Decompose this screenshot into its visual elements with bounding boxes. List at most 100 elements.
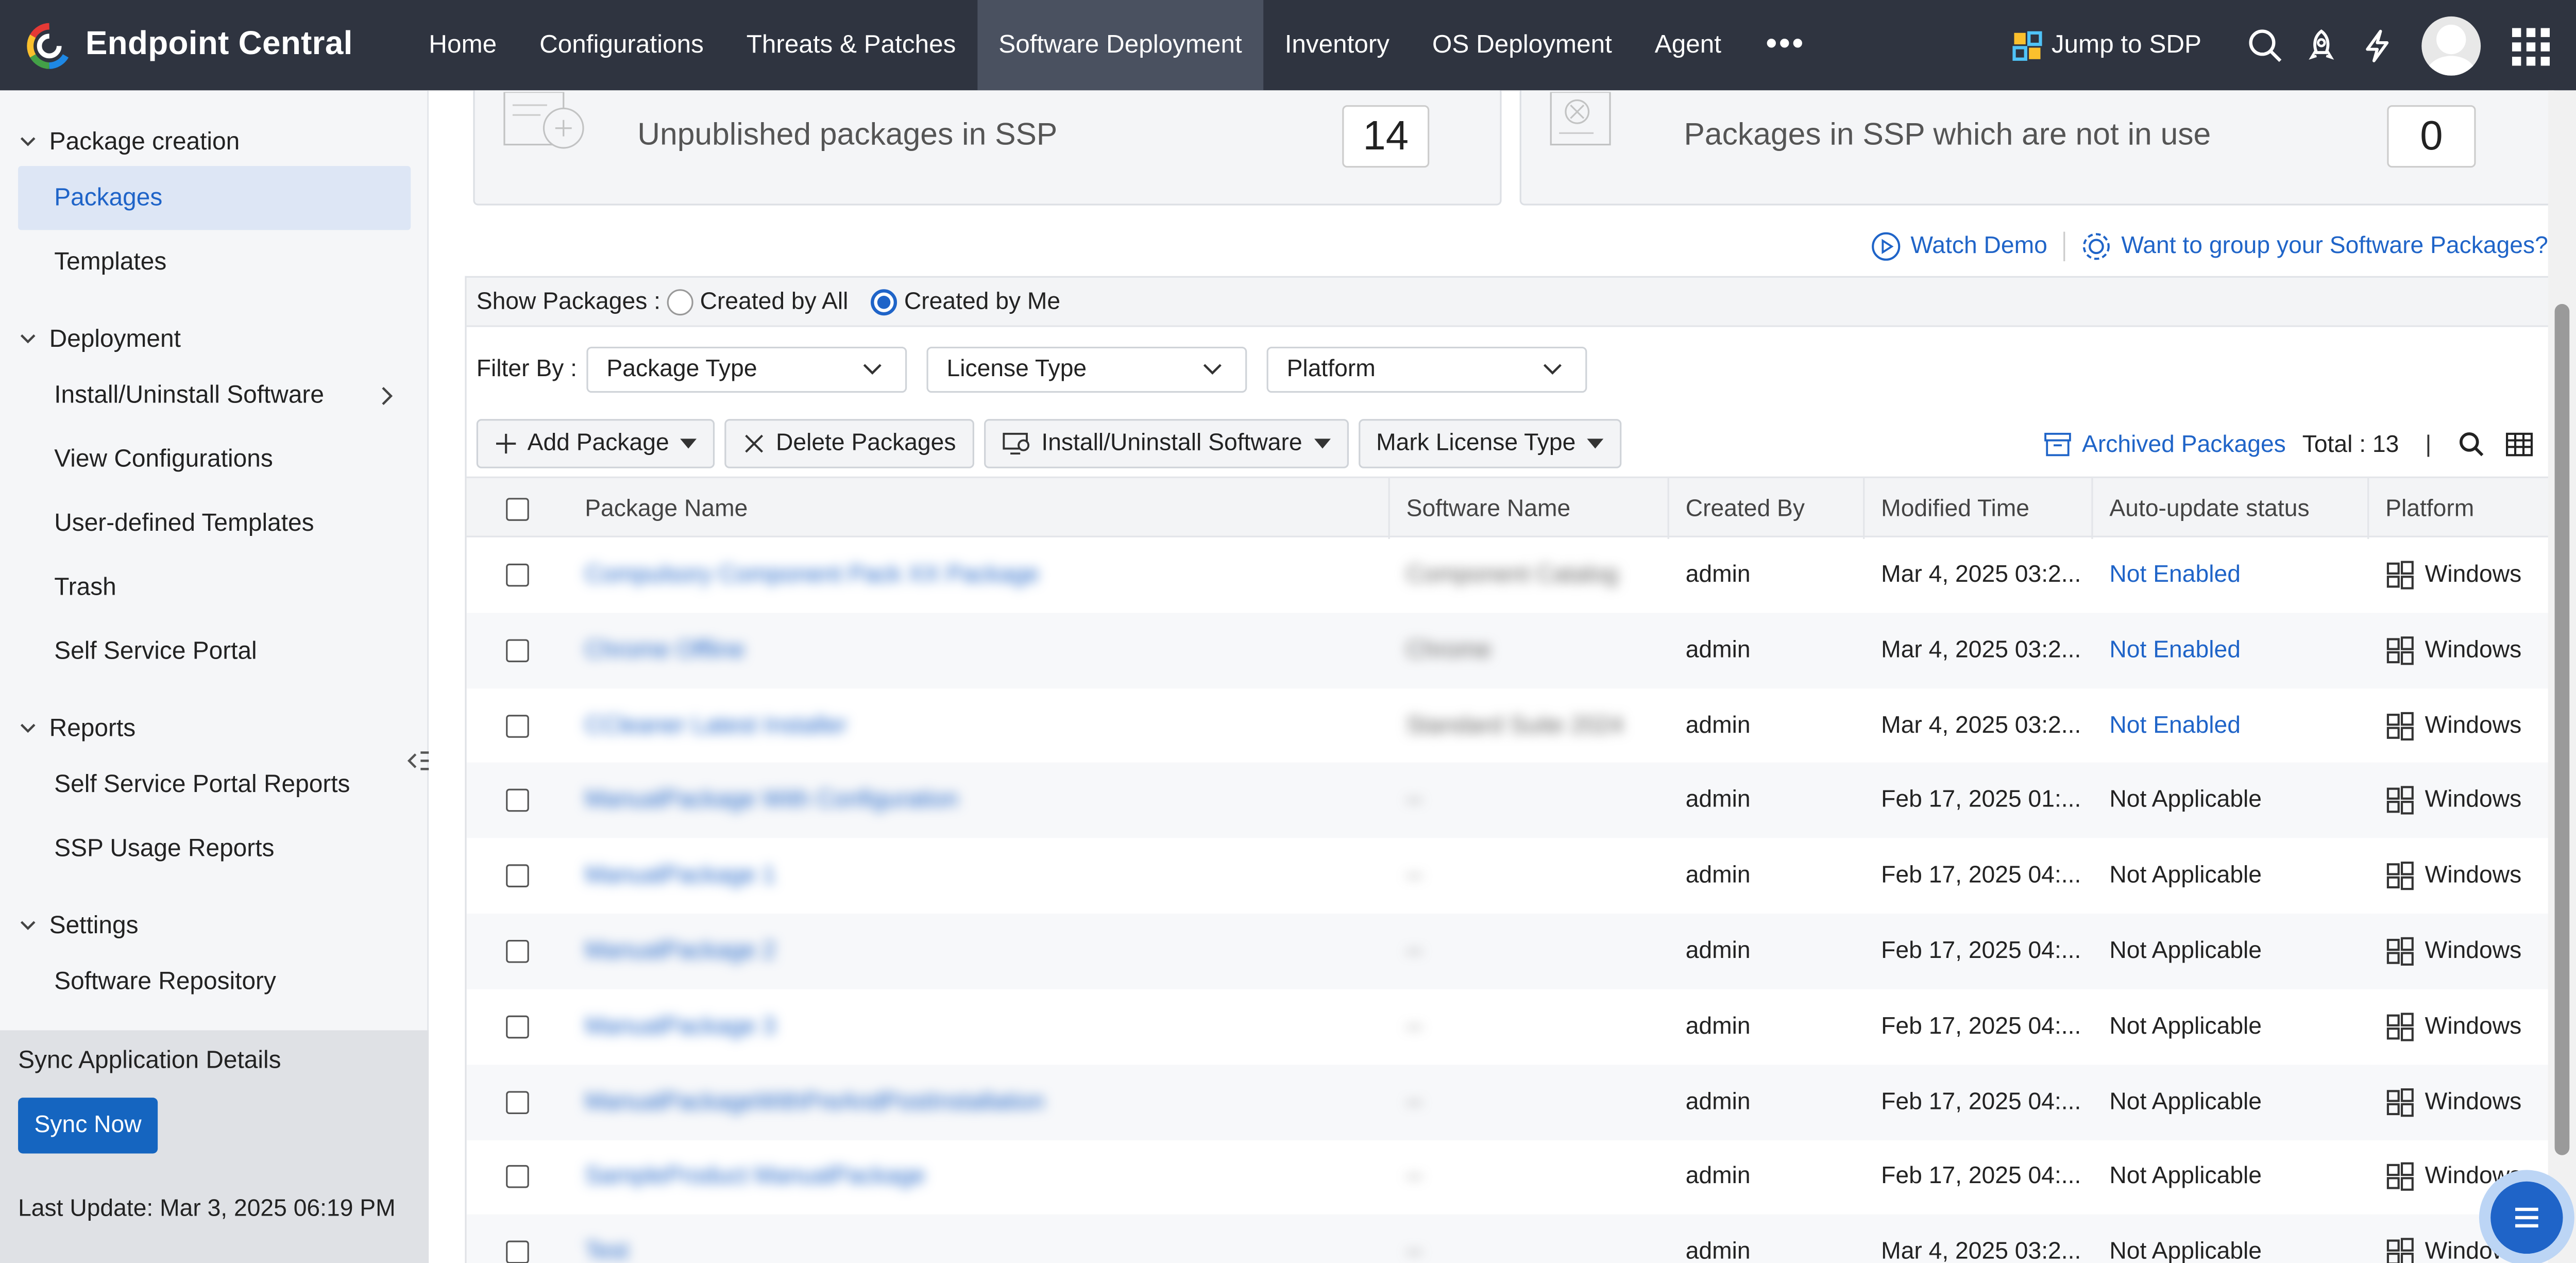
sidebar-item-label: Software Repository [54, 968, 276, 996]
sidebar-item-user-defined-templates[interactable]: User-defined Templates [0, 491, 412, 555]
table-row[interactable]: ManualPackage 2 -- admin Feb 17, 2025 04:..… [466, 913, 2576, 989]
sidebar-item-view-configurations[interactable]: View Configurations [0, 427, 412, 491]
close-icon [745, 434, 764, 453]
row-checkbox[interactable] [506, 1166, 529, 1189]
scrollbar-thumb[interactable] [2554, 304, 2570, 1155]
cell-package-name[interactable]: Compulsory Component Pack XX Package [568, 537, 1389, 613]
toolbar-divider: | [2425, 431, 2432, 458]
table-row[interactable]: ManualPackage 1 -- admin Feb 17, 2025 04:..… [467, 838, 2576, 914]
row-checkbox[interactable] [506, 789, 529, 813]
sidebar-section-label: Reports [49, 714, 136, 742]
license-type-dropdown[interactable]: License Type [927, 346, 1248, 393]
table-row[interactable]: Chrome Offline Chrome admin Mar 4, 2025 03:… [466, 612, 2576, 688]
cell-package-name[interactable]: Test [568, 1215, 1389, 1263]
user-avatar[interactable] [2421, 15, 2481, 75]
radio-created-by-me[interactable]: Created by Me [871, 288, 1060, 315]
select-all-checkbox[interactable] [506, 497, 529, 520]
cell-package-name[interactable]: ManualPackage 1 [568, 838, 1389, 914]
nav-software-deployment[interactable]: Software Deployment [977, 0, 1264, 91]
unpublished-packages-card[interactable]: Unpublished packages in SSP 14 [473, 90, 1502, 206]
group-packages-link[interactable]: Want to group your Software Packages? [2082, 232, 2548, 261]
row-checkbox[interactable] [506, 638, 529, 662]
sidebar-item-packages[interactable]: Packages [18, 166, 411, 230]
package-type-dropdown[interactable]: Package Type [587, 346, 907, 393]
archived-packages-link[interactable]: Archived Packages [2044, 430, 2286, 458]
column-auto-update-status[interactable]: Auto-update status [2093, 478, 2369, 539]
cell-auto-update-status[interactable]: Not Enabled [2093, 613, 2369, 688]
sync-now-button[interactable]: Sync Now [18, 1098, 158, 1154]
sidebar-section-settings[interactable]: Settings [0, 907, 429, 943]
cell-auto-update-status[interactable]: Not Enabled [2093, 688, 2369, 764]
table-row[interactable]: Test -- admin Mar 4, 2025 03:2... Not Applic… [466, 1215, 2576, 1263]
sidebar-section-label: Settings [49, 911, 139, 939]
watch-demo-link[interactable]: Watch Demo [1871, 232, 2047, 261]
lightning-icon[interactable] [2359, 27, 2395, 63]
more-menu-icon[interactable]: ••• [1742, 0, 1828, 90]
column-modified-time[interactable]: Modified Time [1865, 478, 2093, 539]
sidebar-item-trash[interactable]: Trash [0, 555, 412, 619]
cell-package-name[interactable]: ManualPackage 3 [568, 989, 1389, 1065]
row-checkbox[interactable] [506, 714, 529, 737]
jump-to-sdp-link[interactable]: Jump to SDP [2012, 30, 2201, 60]
sidebar-item-self-service-portal[interactable]: Self Service Portal [0, 619, 412, 683]
table-columns-icon[interactable] [2505, 430, 2533, 458]
column-package-name[interactable]: Package Name [568, 478, 1390, 539]
table-row[interactable]: Compulsory Component Pack XX Package Comp… [467, 537, 2576, 613]
platform-dropdown[interactable]: Platform [1267, 346, 1588, 393]
packages-not-in-use-card[interactable]: Packages in SSP which are not in use 0 [1519, 90, 2555, 206]
mark-license-type-button[interactable]: Mark License Type [1358, 419, 1622, 468]
vertical-scrollbar[interactable] [2548, 90, 2576, 1263]
cell-auto-update-status[interactable]: Not Enabled [2093, 537, 2369, 613]
column-platform[interactable]: Platform [2369, 478, 2576, 539]
search-icon[interactable] [2458, 430, 2485, 458]
sidebar-item-install-uninstall[interactable]: Install/Uninstall Software [0, 363, 412, 427]
column-created-by[interactable]: Created By [1669, 478, 1865, 539]
app-grid-icon[interactable] [2510, 25, 2550, 65]
cell-package-name[interactable]: ManualPackageWithPreAndPostInstallation [568, 1064, 1389, 1140]
row-checkbox[interactable] [506, 1015, 529, 1038]
cell-software-name: Chrome [1390, 613, 1669, 688]
cell-package-name[interactable]: CCleaner Latest Installer [568, 688, 1389, 764]
cell-package-name[interactable]: ManualPackage 2 [568, 914, 1389, 989]
button-label: Install/Uninstall Software [1041, 430, 1302, 457]
sidebar-item-ssp-usage-reports[interactable]: SSP Usage Reports [0, 817, 412, 881]
cell-package-name[interactable]: Chrome Offline [568, 613, 1389, 688]
row-checkbox[interactable] [506, 563, 529, 587]
install-uninstall-button[interactable]: Install/Uninstall Software [984, 419, 1348, 468]
nav-configurations[interactable]: Configurations [518, 0, 725, 90]
radio-created-by-all[interactable]: Created by All [667, 288, 848, 315]
search-icon[interactable] [2247, 27, 2283, 63]
windows-icon [2386, 786, 2414, 815]
chat-fab-button[interactable] [2479, 1170, 2574, 1263]
nav-inventory[interactable]: Inventory [1263, 0, 1411, 90]
cell-auto-update-status: Not Applicable [2093, 989, 2369, 1065]
delete-packages-button[interactable]: Delete Packages [725, 419, 974, 468]
table-row[interactable]: ManualPackageWithPreAndPostInstallation -… [466, 1064, 2576, 1140]
nav-agent[interactable]: Agent [1633, 0, 1742, 90]
cell-package-name[interactable]: ManualPackage With Configuration [568, 763, 1389, 839]
row-checkbox[interactable] [506, 1090, 529, 1114]
table-row[interactable]: SampleProduct ManualPackage -- admin Feb 17… [467, 1139, 2576, 1215]
cell-package-name[interactable]: SampleProduct ManualPackage [568, 1139, 1389, 1215]
row-checkbox[interactable] [506, 939, 529, 963]
rocket-icon[interactable] [2303, 27, 2340, 63]
sidebar-item-templates[interactable]: Templates [0, 230, 412, 294]
table-row[interactable]: ManualPackage 3 -- admin Feb 17, 2025 04:..… [467, 989, 2576, 1065]
sidebar-section-package-creation[interactable]: Package creation [0, 123, 429, 159]
sidebar-section-deployment[interactable]: Deployment [0, 321, 429, 357]
sidebar-item-ssp-reports[interactable]: Self Service Portal Reports [0, 752, 412, 816]
nav-threats-patches[interactable]: Threats & Patches [725, 0, 977, 90]
row-checkbox[interactable] [506, 1241, 529, 1263]
sidebar-section-label: Package creation [49, 127, 240, 156]
nav-os-deployment[interactable]: OS Deployment [1411, 0, 1633, 90]
sidebar-item-software-repository[interactable]: Software Repository [0, 950, 412, 1014]
table-row[interactable]: ManualPackage With Configuration -- admin F… [466, 763, 2576, 839]
brand[interactable]: Endpoint Central [0, 22, 408, 69]
sync-title: Sync Application Details [18, 1047, 281, 1075]
add-package-button[interactable]: Add Package [476, 419, 715, 468]
column-software-name[interactable]: Software Name [1390, 478, 1669, 539]
row-checkbox[interactable] [506, 864, 529, 888]
table-row[interactable]: CCleaner Latest Installer Standard Suite … [467, 688, 2576, 764]
sidebar-section-reports[interactable]: Reports [0, 710, 429, 746]
nav-home[interactable]: Home [408, 0, 518, 90]
